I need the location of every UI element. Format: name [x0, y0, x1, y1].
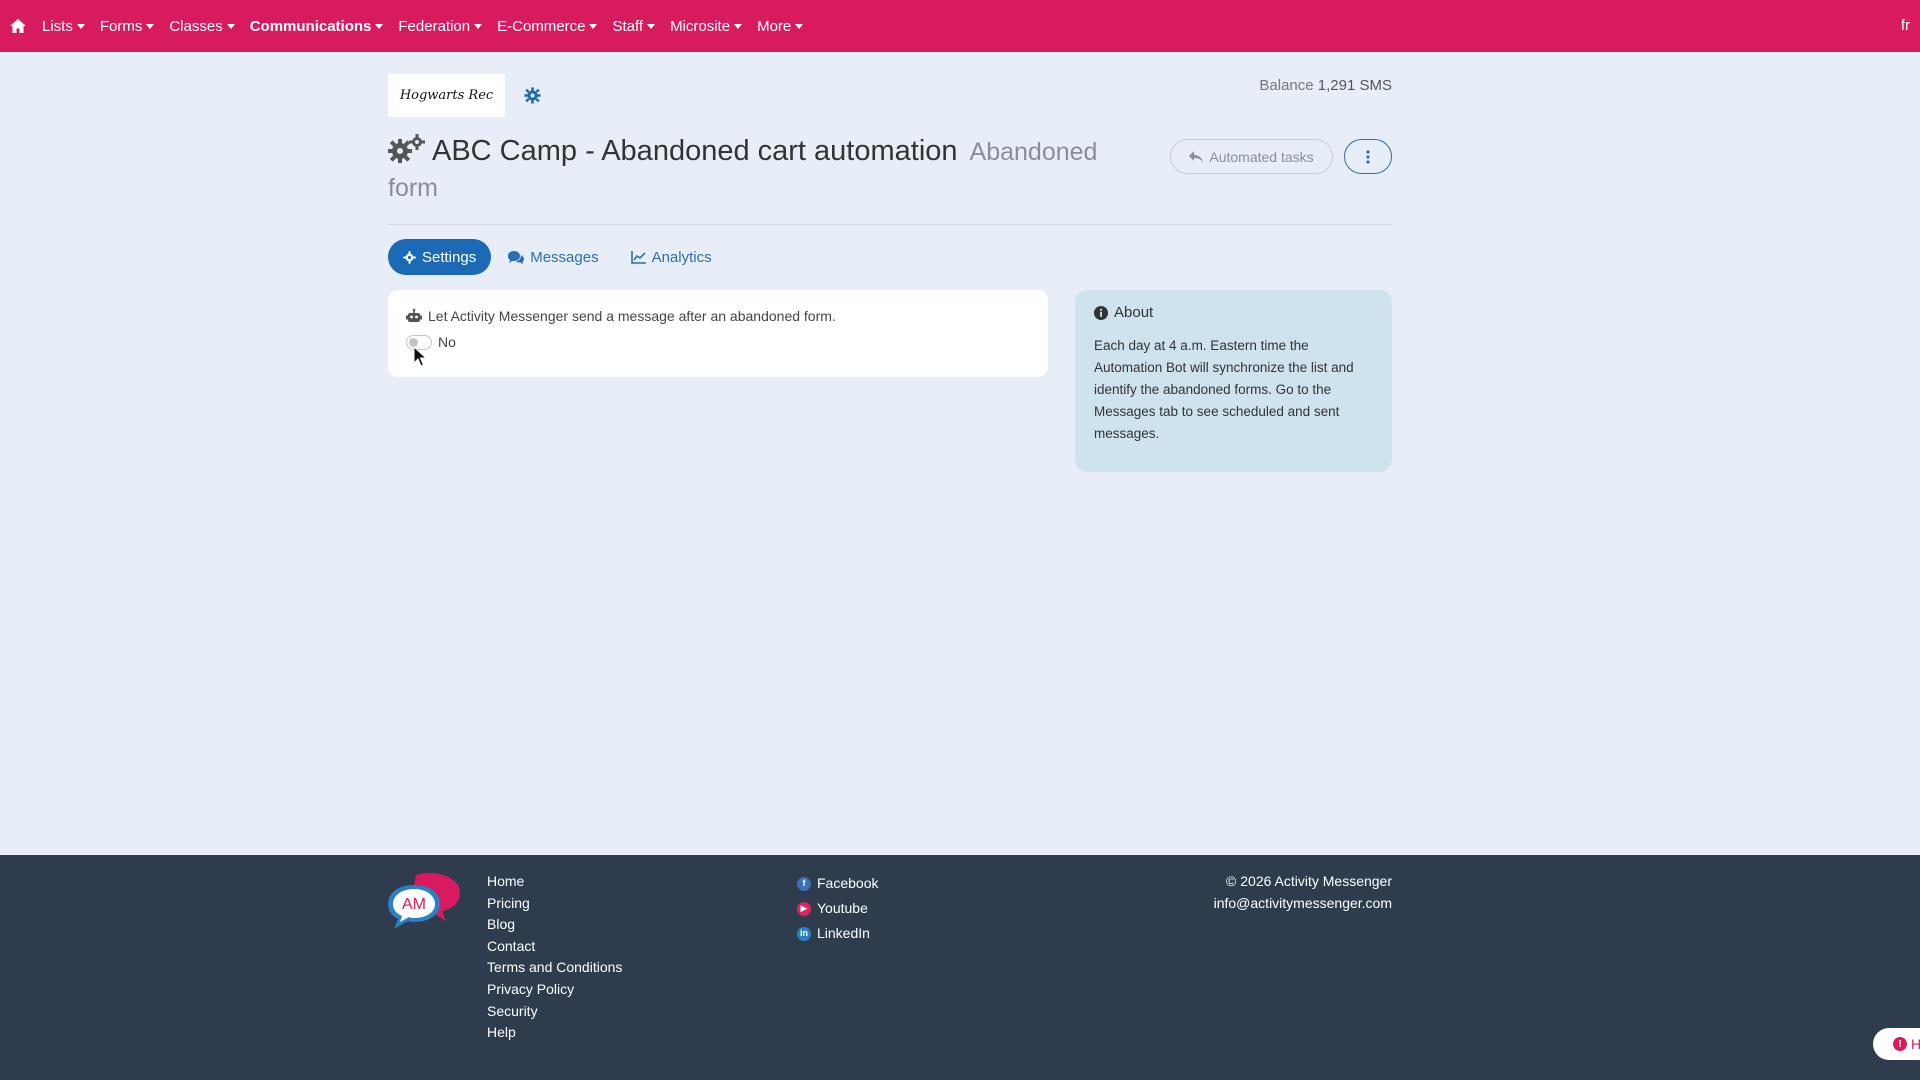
chevron-down-icon — [375, 24, 384, 29]
social-links: f Facebook ▶ Youtube in LinkedIn — [797, 871, 878, 946]
reply-icon — [1189, 150, 1204, 163]
automation-toggle-row: No — [406, 334, 1030, 350]
chevron-down-icon — [795, 24, 804, 29]
nav-lists[interactable]: Lists — [42, 18, 85, 35]
youtube-icon: ▶ — [797, 901, 811, 916]
social-link-facebook[interactable]: f Facebook — [797, 871, 878, 896]
footer-link-contact[interactable]: Contact — [487, 936, 622, 958]
footer-link-help[interactable]: Help — [487, 1022, 622, 1044]
about-heading: About — [1094, 304, 1373, 321]
social-link-youtube[interactable]: ▶ Youtube — [797, 896, 878, 921]
org-logo-text: Hogwarts Rec — [399, 88, 494, 103]
nav-ecommerce[interactable]: E-Commerce — [497, 18, 598, 35]
tab-messages[interactable]: Messages — [493, 239, 613, 275]
automated-tasks-button[interactable]: Automated tasks — [1170, 139, 1333, 174]
footer-link-security[interactable]: Security — [487, 1001, 622, 1023]
language-switch[interactable]: fr — [1901, 17, 1910, 34]
footer-links: Home Pricing Blog Contact Terms and Cond… — [487, 871, 622, 1044]
gears-icon — [388, 134, 425, 163]
home-icon[interactable] — [8, 16, 28, 36]
chevron-down-icon — [589, 24, 598, 29]
settings-description: Let Activity Messenger send a message af… — [406, 308, 1030, 324]
tab-settings[interactable]: Settings — [388, 239, 492, 275]
footer-link-home[interactable]: Home — [487, 871, 622, 893]
linkedin-icon: in — [797, 926, 811, 941]
gear-icon — [403, 250, 416, 264]
automation-title: ABC Camp - Abandoned cart automation — [432, 135, 958, 167]
social-link-linkedin[interactable]: in LinkedIn — [797, 921, 878, 946]
nav-forms[interactable]: Forms — [100, 18, 155, 35]
footer: AM Home Pricing Blog Contact Terms and C… — [0, 855, 1920, 1080]
nav-staff[interactable]: Staff — [612, 18, 656, 35]
page-title: ABC Camp - Abandoned cart automation Aban… — [388, 134, 1128, 208]
org-logo[interactable]: Hogwarts Rec — [388, 74, 505, 117]
settings-card: Let Activity Messenger send a message af… — [388, 290, 1048, 377]
footer-link-pricing[interactable]: Pricing — [487, 893, 622, 915]
line-chart-icon — [630, 250, 646, 264]
ellipsis-vertical-icon — [1366, 149, 1370, 164]
nav-more[interactable]: More — [757, 18, 804, 35]
balance-label: Balance — [1259, 77, 1314, 94]
tab-bar: Settings Messages Analytics — [388, 239, 729, 275]
contact-email-link[interactable]: info@activitymessenger.com — [1214, 893, 1392, 915]
alert-icon: ! — [1893, 1037, 1907, 1051]
help-widget-button[interactable]: ! H — [1873, 1028, 1920, 1060]
more-options-button[interactable] — [1344, 139, 1392, 174]
about-panel: About Each day at 4 a.m. Eastern time th… — [1075, 290, 1392, 472]
top-navbar: Lists Forms Classes Communications Feder… — [0, 0, 1920, 52]
facebook-icon: f — [797, 876, 811, 891]
activity-messenger-logo[interactable]: AM — [386, 871, 462, 933]
nav-federation[interactable]: Federation — [398, 18, 483, 35]
header-divider — [388, 224, 1392, 225]
nav-classes[interactable]: Classes — [169, 18, 235, 35]
chevron-down-icon — [734, 24, 743, 29]
footer-copyright: © 2026 Activity Messenger info@activitym… — [1214, 871, 1392, 914]
sms-balance: Balance 1,291 SMS — [1259, 77, 1392, 94]
tab-analytics[interactable]: Analytics — [616, 239, 727, 275]
robot-icon — [406, 309, 422, 322]
nav-microsite[interactable]: Microsite — [670, 18, 743, 35]
footer-link-terms[interactable]: Terms and Conditions — [487, 957, 622, 979]
copyright-text: © 2026 Activity Messenger — [1226, 873, 1392, 889]
gear-icon[interactable] — [524, 87, 541, 104]
toggle-state-label: No — [438, 334, 456, 350]
chevron-down-icon — [146, 24, 155, 29]
comments-icon — [508, 250, 525, 264]
info-circle-icon — [1094, 305, 1108, 320]
chevron-down-icon — [647, 24, 656, 29]
about-text: Each day at 4 a.m. Eastern time the Auto… — [1094, 338, 1354, 441]
footer-link-privacy[interactable]: Privacy Policy — [487, 979, 622, 1001]
nav-communications[interactable]: Communications — [250, 18, 384, 35]
footer-link-blog[interactable]: Blog — [487, 914, 622, 936]
balance-value: 1,291 SMS — [1317, 77, 1392, 94]
logo-text: AM — [402, 896, 426, 913]
chevron-down-icon — [76, 24, 85, 29]
mouse-cursor-icon — [413, 346, 427, 367]
chevron-down-icon — [226, 24, 235, 29]
chevron-down-icon — [474, 24, 483, 29]
